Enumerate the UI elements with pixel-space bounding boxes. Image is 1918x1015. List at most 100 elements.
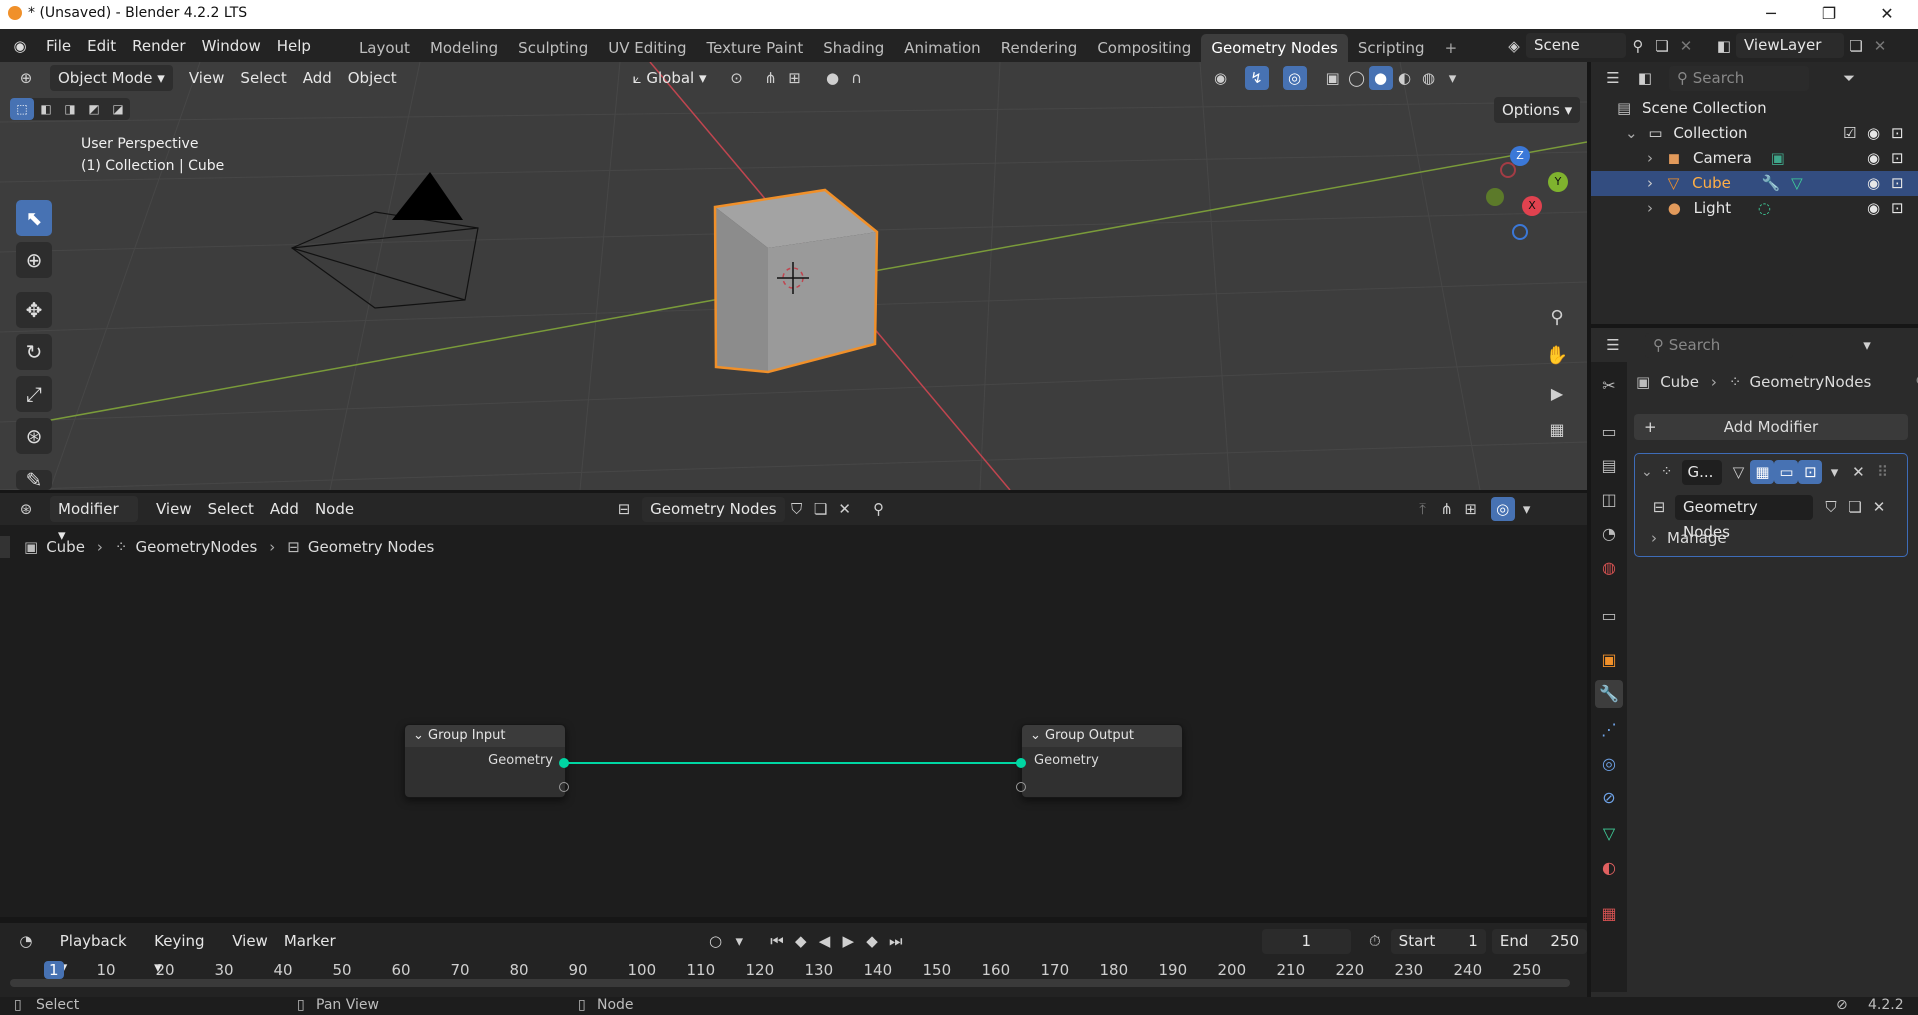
shading-options-icon[interactable]: ▾ xyxy=(1441,66,1465,90)
modifier-wrench-icon[interactable]: 🔧 xyxy=(1762,174,1781,192)
viewport-menu-select[interactable]: Select xyxy=(232,65,294,91)
select-box-tool-icon[interactable]: ⬉ xyxy=(16,200,52,236)
texture-tab-icon[interactable]: ▦ xyxy=(1595,900,1623,928)
transform-orientation-dropdown[interactable]: ⟀ Global ▾ xyxy=(625,65,715,91)
chevron-right-icon[interactable]: › xyxy=(1647,149,1653,167)
particles-tab-icon[interactable]: ⋰ xyxy=(1595,716,1623,744)
mesh-data-icon[interactable]: ▽ xyxy=(1791,174,1803,192)
unlink-group-icon[interactable]: ✕ xyxy=(1867,495,1891,519)
unlink-group-icon[interactable]: ✕ xyxy=(833,497,857,521)
auto-keying-icon[interactable]: ○ xyxy=(704,929,728,953)
node-snap-icon[interactable]: ⋔ xyxy=(1435,497,1459,521)
group-output-node[interactable]: ⌄ Group Output Geometry xyxy=(1021,724,1183,798)
timeline-keying-menu[interactable]: Keying ▾ xyxy=(146,928,224,976)
tab-uv-editing[interactable]: UV Editing xyxy=(598,34,696,62)
outliner-item-camera[interactable]: › ◼ Camera ▣ ◉ ⊡ xyxy=(1591,146,1918,171)
eye-icon[interactable]: ◉ xyxy=(1867,171,1880,196)
gizmo-neg-x[interactable] xyxy=(1500,162,1516,178)
annotate-tool-icon[interactable]: ✎ xyxy=(16,470,52,490)
delete-view-layer-icon[interactable]: ✕ xyxy=(1868,34,1892,58)
gizmo-neg-y[interactable] xyxy=(1486,188,1504,206)
maximize-button[interactable]: ❐ xyxy=(1800,0,1858,29)
mode-dropdown[interactable]: Object Mode ▾ xyxy=(50,65,173,91)
collapse-icon[interactable]: ⌄ xyxy=(1030,728,1041,743)
duplicate-group-icon[interactable]: ❏ xyxy=(809,497,833,521)
outliner-item-cube[interactable]: › ▽ Cube 🔧 ▽ ◉ ⊡ xyxy=(1591,171,1918,196)
new-view-layer-icon[interactable]: ❏ xyxy=(1844,34,1868,58)
move-tool-icon[interactable]: ✥ xyxy=(16,292,52,328)
node-editor[interactable]: ⊛ Modifier ▾ View Select Add Node ⊟ Geom… xyxy=(0,493,1587,917)
tab-rendering[interactable]: Rendering xyxy=(991,34,1088,62)
new-scene-icon[interactable]: ❏ xyxy=(1650,34,1674,58)
pin-scene-icon[interactable]: ⚲ xyxy=(1626,34,1650,58)
manage-subpanel[interactable]: › Manage xyxy=(1651,526,1727,550)
editor-type-icon[interactable]: ⊕ xyxy=(14,66,38,90)
outliner-search-input[interactable]: ⚲ Search xyxy=(1669,65,1809,91)
proportional-edit-icon[interactable]: ● xyxy=(821,66,845,90)
node-group-field[interactable]: Geometry Nodes xyxy=(642,496,785,522)
falloff-icon[interactable]: ∩ xyxy=(845,66,869,90)
data-tab-icon[interactable]: ▽ xyxy=(1595,820,1623,848)
solid-shading-icon[interactable]: ● xyxy=(1368,66,1393,90)
chevron-right-icon[interactable]: › xyxy=(1647,174,1653,192)
jump-keyframe-forward-icon[interactable]: ◆ xyxy=(860,929,884,953)
snap-icon[interactable]: ⋔ xyxy=(759,66,783,90)
light-data-icon[interactable]: ◌ xyxy=(1758,199,1771,217)
3d-viewport[interactable]: ⊕ Object Mode ▾ View Select Add Object ⟀… xyxy=(0,62,1587,490)
preview-range-icon[interactable]: ⏱ xyxy=(1363,929,1387,953)
collection-tab-icon[interactable]: ▭ xyxy=(1595,602,1623,630)
select-new-icon[interactable]: ⬚ xyxy=(10,98,34,120)
tab-compositing[interactable]: Compositing xyxy=(1087,34,1201,62)
filter-icon[interactable]: ⏷ xyxy=(1837,66,1861,90)
on-cage-toggle-icon[interactable]: ▦ xyxy=(1750,460,1775,484)
node-editor-type-dropdown[interactable]: Modifier ▾ xyxy=(50,496,138,544)
tool-tab-icon[interactable]: ✂ xyxy=(1595,372,1623,400)
tab-modeling[interactable]: Modeling xyxy=(420,34,508,62)
node-overlay-icon[interactable]: ◎ xyxy=(1490,497,1515,521)
viewport-menu-add[interactable]: Add xyxy=(295,65,340,91)
play-icon[interactable]: ▶ xyxy=(836,929,860,953)
gizmo-neg-z[interactable] xyxy=(1512,224,1528,240)
physics-tab-icon[interactable]: ◎ xyxy=(1595,750,1623,778)
visibility-icon[interactable]: ◉ xyxy=(1209,66,1233,90)
timeline-view-menu[interactable]: View xyxy=(224,928,276,954)
output-tab-icon[interactable]: ▤ xyxy=(1595,452,1623,480)
timeline-scrollbar[interactable] xyxy=(10,979,1570,987)
scene-name-field[interactable]: Scene xyxy=(1526,33,1626,58)
ortho-toggle-icon[interactable]: ▦ xyxy=(1545,418,1569,442)
chevron-down-icon[interactable]: ⌄ xyxy=(1625,124,1638,142)
scene-browse-icon[interactable]: ◈ xyxy=(1502,34,1526,58)
modifier-node-group-field[interactable]: Geometry Nodes xyxy=(1675,494,1813,541)
properties-options-icon[interactable]: ▾ xyxy=(1855,333,1879,357)
group-input-node[interactable]: ⌄ Group Input Geometry xyxy=(404,724,566,798)
wireframe-shading-icon[interactable]: ◯ xyxy=(1345,66,1369,90)
tab-texture-paint[interactable]: Texture Paint xyxy=(696,34,813,62)
material-tab-icon[interactable]: ◐ xyxy=(1595,854,1623,882)
fake-user-icon[interactable]: ⛉ xyxy=(785,497,809,521)
world-tab-icon[interactable]: ◍ xyxy=(1595,554,1623,582)
blender-menu-icon[interactable]: ◉ xyxy=(8,34,32,58)
jump-start-icon[interactable]: ⏮ xyxy=(765,929,789,953)
rotate-tool-icon[interactable]: ↻ xyxy=(16,334,52,370)
navigation-gizmo[interactable]: Z Y X xyxy=(1468,140,1568,240)
camera-render-icon[interactable]: ⊡ xyxy=(1891,146,1904,171)
scene-tab-icon[interactable]: ◔ xyxy=(1595,520,1623,548)
select-subtract-icon[interactable]: ◨ xyxy=(58,98,82,120)
tab-scripting[interactable]: Scripting xyxy=(1348,34,1435,62)
node-group-browse-icon[interactable]: ⊟ xyxy=(612,497,636,521)
viewport-menu-object[interactable]: Object xyxy=(340,65,405,91)
end-frame-field[interactable]: End 250 xyxy=(1491,928,1588,954)
jump-end-icon[interactable]: ⏭ xyxy=(884,929,908,953)
modifier-tab-icon[interactable]: 🔧 xyxy=(1595,680,1623,708)
view-layer-browse-icon[interactable]: ◧ xyxy=(1712,34,1736,58)
render-toggle-icon[interactable]: ⊡ xyxy=(1798,460,1823,484)
eye-icon[interactable]: ◉ xyxy=(1867,146,1880,171)
outliner-item-light[interactable]: › ● Light ◌ ◉ ⊡ xyxy=(1591,196,1918,221)
viewport-menu-view[interactable]: View xyxy=(181,65,233,91)
keying-set-icon[interactable]: ▾ xyxy=(727,929,751,953)
camera-view-icon[interactable]: ▶ xyxy=(1545,382,1569,406)
options-dropdown[interactable]: Options ▾ xyxy=(1494,97,1581,123)
collapse-icon[interactable]: ⌄ xyxy=(413,728,424,743)
camera-data-icon[interactable]: ▣ xyxy=(1771,149,1785,167)
timeline-editor-icon[interactable]: ◔ xyxy=(14,929,38,953)
